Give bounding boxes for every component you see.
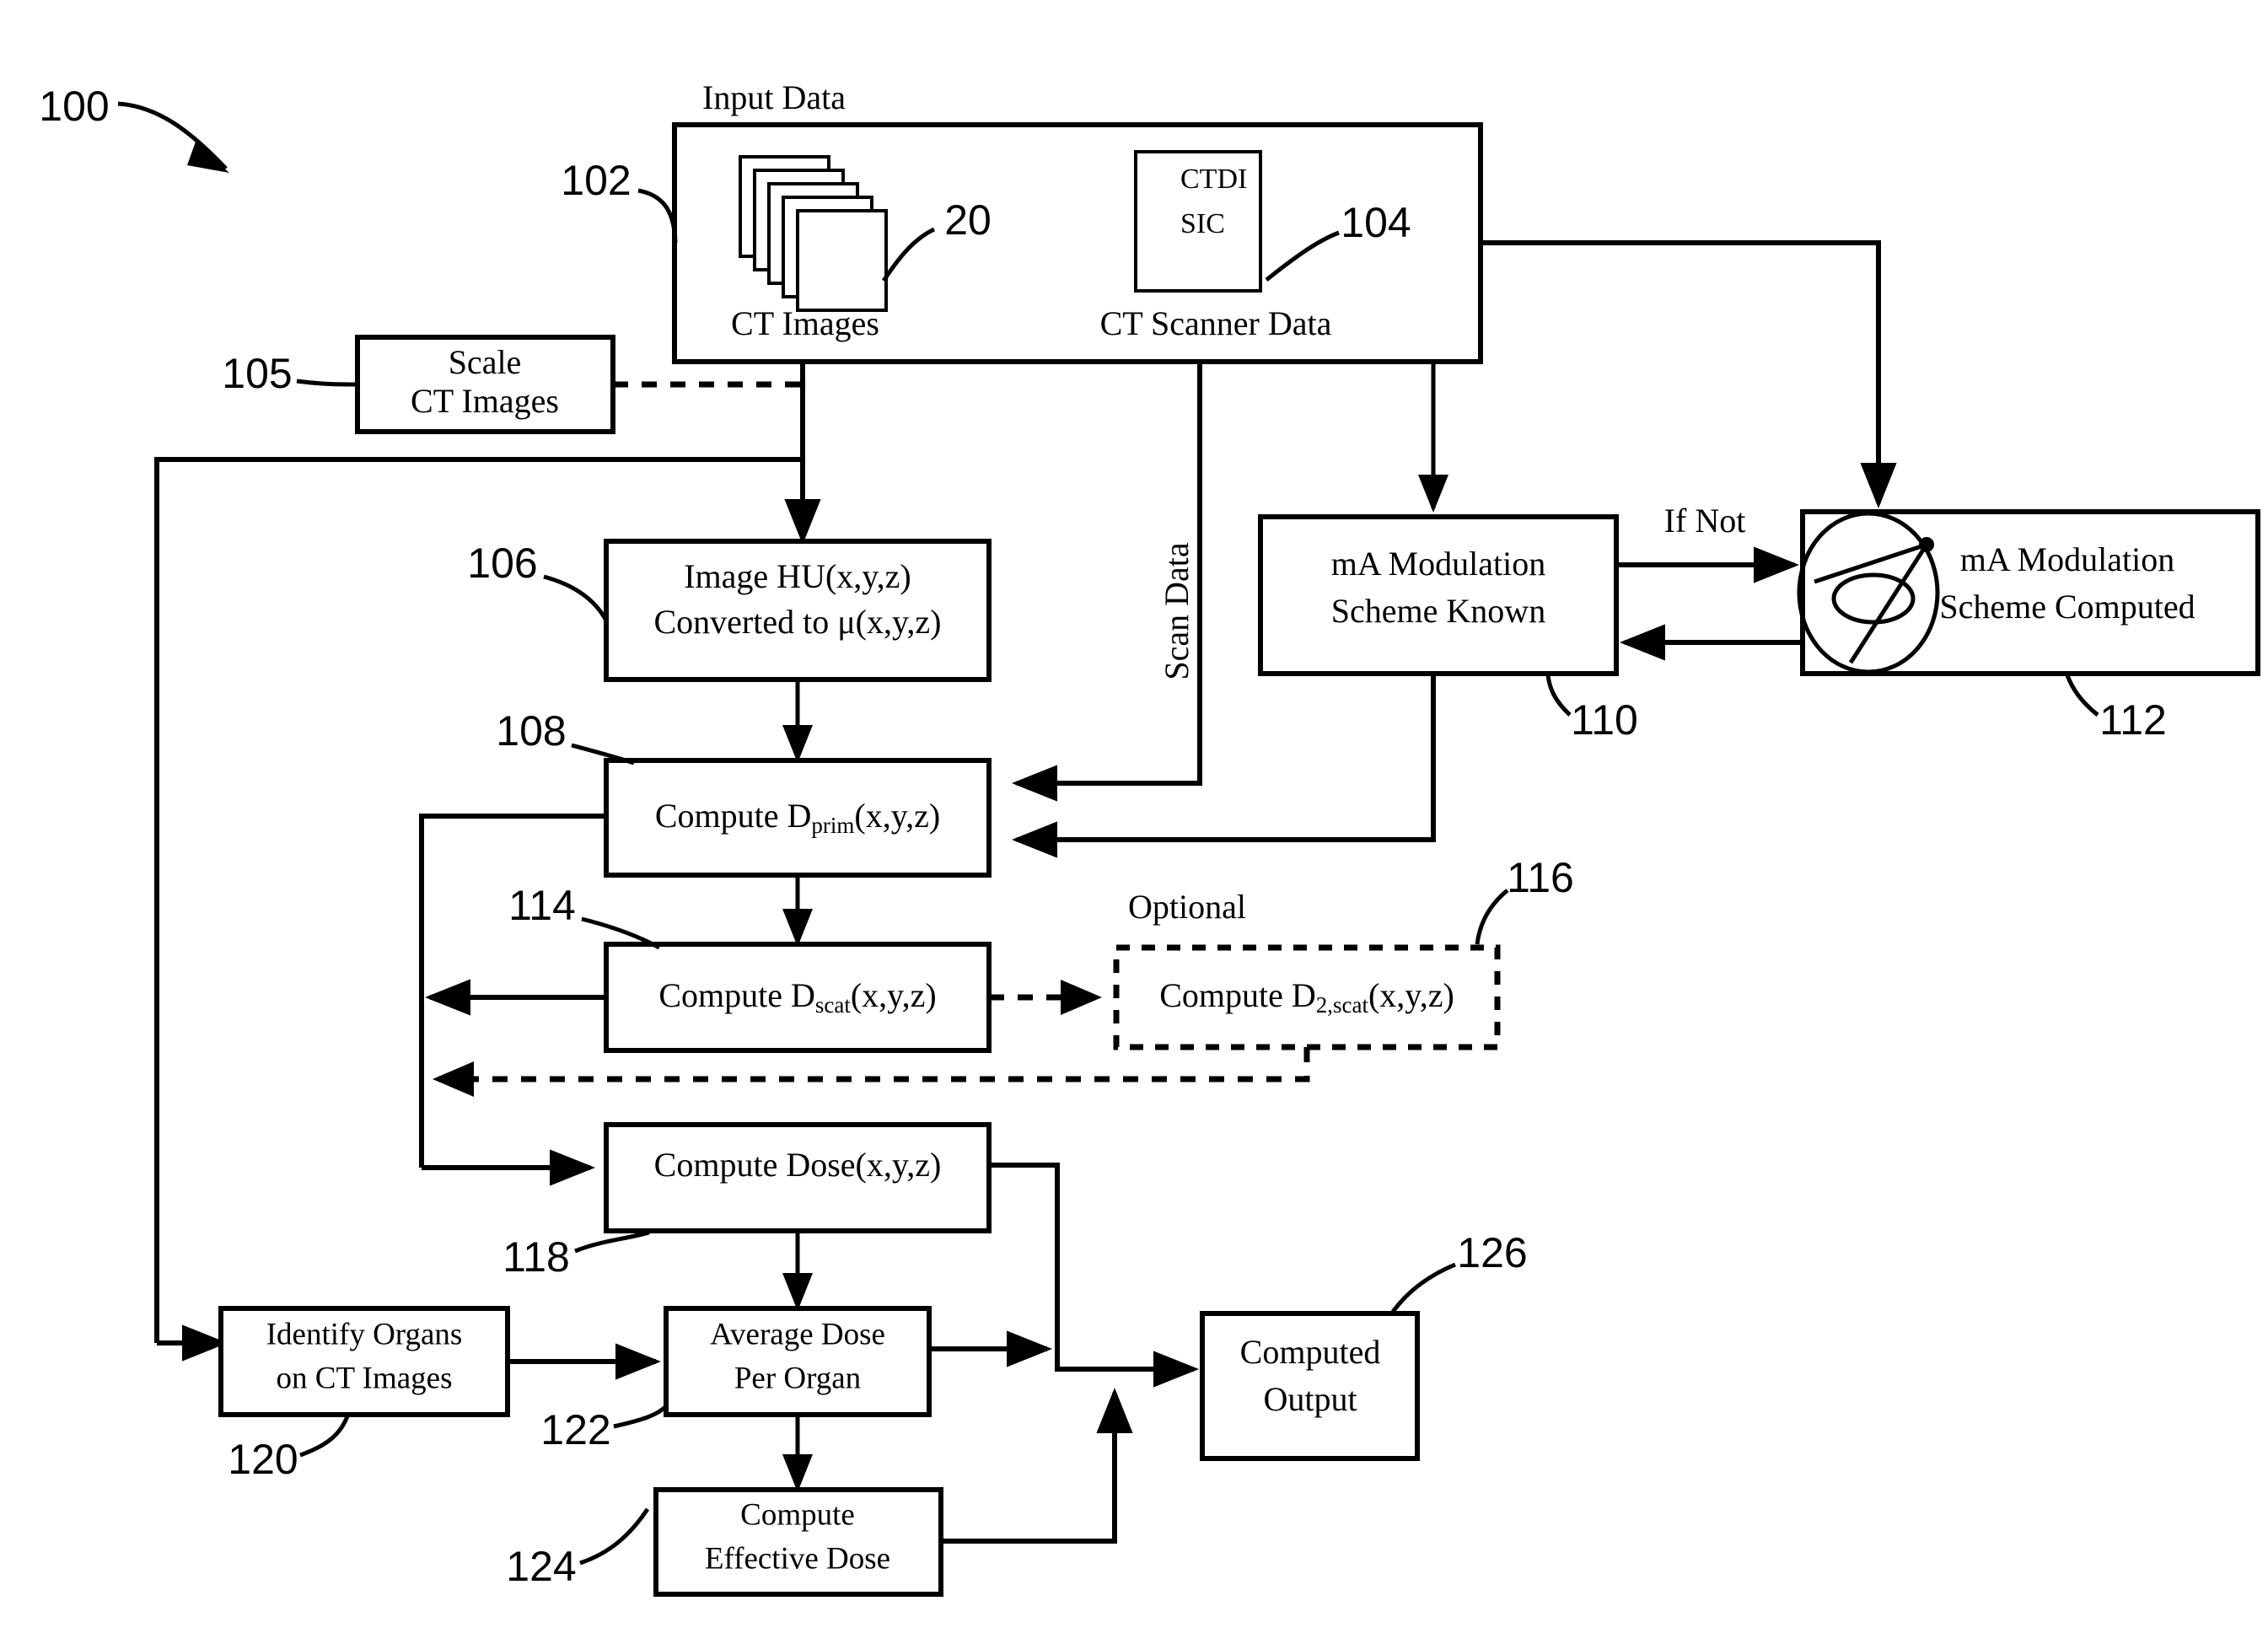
scale-ct-images-line2: CT Images <box>411 382 559 420</box>
ref-112-leader <box>2065 674 2099 717</box>
image-hu-node[interactable]: Image HU(x,y,z) Converted to μ(x,y,z) 10… <box>467 539 992 682</box>
ma-modulation-computed-node[interactable]: mA Modulation Scheme Computed 112 <box>1797 509 2260 744</box>
compute-dose-node[interactable]: Compute Dose(x,y,z) 118 <box>503 1122 992 1281</box>
compute-dscat-node[interactable]: Compute Dscat(x,y,z) 114 <box>508 882 992 1053</box>
ref-label-102: 102 <box>561 157 631 204</box>
edge-dprim-left-rail <box>419 814 606 1168</box>
image-hu-line1: Image HU(x,y,z) <box>684 557 911 595</box>
compute-d2scat-node[interactable]: Optional Compute D2,scat(x,y,z) 116 <box>1113 854 1574 1050</box>
compute-dose-label: Compute Dose(x,y,z) <box>654 1146 942 1184</box>
scanner-data-card-icon: CTDI SIC <box>1134 150 1262 293</box>
ref-120-leader <box>299 1415 350 1458</box>
ma-modulation-known-node[interactable]: mA Modulation Scheme Known 110 <box>1258 514 1638 744</box>
edge-dose-to-output <box>989 1163 1199 1388</box>
ref-118-leader <box>574 1230 650 1254</box>
identify-organs-line1: Identify Organs <box>266 1317 463 1351</box>
ref-105-leader <box>296 379 358 387</box>
figure-canvas: 100 Input Data 102 CT Images 20 CTDI SIC… <box>0 0 2268 1633</box>
figure-ref-arrowhead <box>187 142 229 173</box>
ma-computed-line1: mA Modulation <box>1960 540 2174 578</box>
ref-label-118: 118 <box>503 1233 570 1281</box>
ref-label-120: 120 <box>228 1436 298 1483</box>
effective-dose-line2: Effective Dose <box>705 1541 890 1576</box>
identify-organs-line2: on CT Images <box>277 1361 453 1395</box>
input-data-group: Input Data 102 CT Images 20 CTDI SIC CT … <box>561 78 1483 364</box>
ref-122-leader <box>613 1405 668 1429</box>
ref-110-leader <box>1545 674 1572 717</box>
ref-label-126: 126 <box>1457 1229 1527 1276</box>
ref-label-106: 106 <box>467 540 537 587</box>
patent-flowchart: 100 Input Data 102 CT Images 20 CTDI SIC… <box>39 78 2260 1597</box>
ref-108-leader <box>571 743 635 765</box>
optional-label: Optional <box>1128 888 1246 926</box>
average-dose-line2: Per Organ <box>734 1361 861 1395</box>
effective-dose-line1: Compute <box>740 1497 855 1532</box>
ref-label-112: 112 <box>2099 696 2167 744</box>
ref-label-116: 116 <box>1507 854 1574 901</box>
scanner-ctdi-label: CTDI <box>1180 164 1247 195</box>
scan-data-label: Scan Data <box>1158 542 1196 680</box>
ref-label-104: 104 <box>1341 199 1411 246</box>
ref-124-leader <box>579 1507 650 1566</box>
compute-effective-dose-node[interactable]: Compute Effective Dose 124 <box>506 1487 943 1597</box>
scale-ct-images-line1: Scale <box>449 343 522 381</box>
ref-label-124: 124 <box>506 1543 576 1590</box>
if-not-label: If Not <box>1664 502 1746 540</box>
ma-computed-line2: Scheme Computed <box>1939 588 2195 626</box>
ref-label-110: 110 <box>1571 696 1638 744</box>
computed-output-line1: Computed <box>1240 1333 1381 1371</box>
ref-label-100: 100 <box>39 83 109 130</box>
average-dose-node[interactable]: Average Dose Per Organ 122 <box>540 1306 932 1453</box>
computed-output-line2: Output <box>1263 1380 1357 1418</box>
ref-label-105: 105 <box>222 350 292 397</box>
ref-126-leader <box>1390 1262 1456 1313</box>
compute-d2scat-label: Compute D2,scat(x,y,z) <box>1159 976 1454 1018</box>
computed-output-node[interactable]: Computed Output 126 <box>1200 1229 1528 1461</box>
average-dose-line1: Average Dose <box>710 1317 885 1351</box>
ct-scanner-data-label: CT Scanner Data <box>1100 304 1332 342</box>
edge-effdose-to-junction <box>941 1388 1133 1544</box>
figure-ref-100: 100 <box>39 83 229 173</box>
ma-known-line2: Scheme Known <box>1331 592 1545 630</box>
ref-label-122: 122 <box>540 1406 610 1453</box>
ref-106-leader <box>543 574 609 622</box>
input-data-title: Input Data <box>702 78 846 116</box>
edge-input-to-macomputed <box>1481 240 1897 508</box>
ct-images-label: CT Images <box>731 304 879 342</box>
compute-dprim-label: Compute Dprim(x,y,z) <box>655 797 940 838</box>
identify-organs-node[interactable]: Identify Organs on CT Images 120 <box>218 1306 510 1483</box>
compute-dscat-label: Compute Dscat(x,y,z) <box>658 976 936 1018</box>
scale-ct-images-node[interactable]: Scale CT Images 105 <box>222 335 615 434</box>
ref-116-leader <box>1475 889 1509 945</box>
ref-label-20: 20 <box>944 196 992 244</box>
ref-label-114: 114 <box>508 882 576 929</box>
scanner-sic-label: SIC <box>1180 208 1225 239</box>
edge-maknown-to-dprim <box>1012 674 1436 858</box>
ref-label-108: 108 <box>496 707 566 755</box>
ma-known-line1: mA Modulation <box>1331 545 1545 583</box>
image-hu-line2: Converted to μ(x,y,z) <box>654 603 942 641</box>
compute-dprim-node[interactable]: Compute Dprim(x,y,z) 108 <box>496 707 992 878</box>
ref-102-leader <box>637 188 678 244</box>
